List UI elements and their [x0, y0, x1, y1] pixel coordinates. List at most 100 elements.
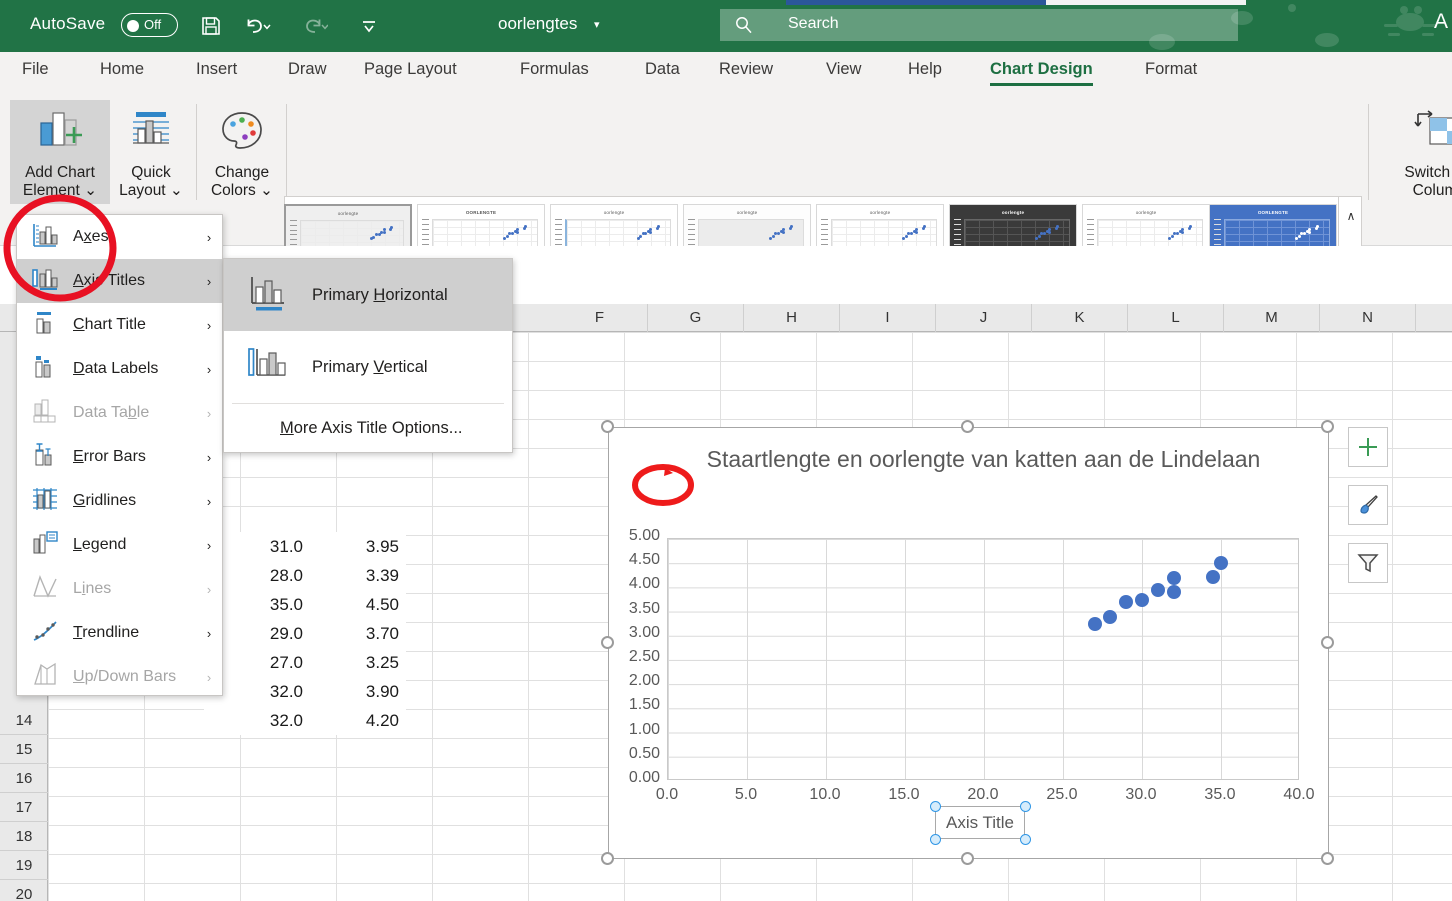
axis-title-handle-tr[interactable] [1020, 801, 1031, 812]
table-cell[interactable]: 3.25 [310, 648, 406, 677]
menu-item-axes[interactable]: Axes› [17, 215, 222, 259]
x-axis-tick: 20.0 [953, 786, 1013, 804]
tab-home[interactable]: Home [100, 60, 144, 79]
axis-title-handle-br[interactable] [1020, 834, 1031, 845]
row-header-19[interactable]: 19 [0, 851, 48, 880]
table-cell[interactable]: 3.90 [310, 677, 406, 706]
table-cell[interactable]: 3.95 [310, 532, 406, 561]
table-cell[interactable]: 4.50 [310, 590, 406, 619]
chart-handle-bottom-center[interactable] [961, 852, 974, 865]
data-table-icon [31, 398, 59, 424]
table-cell[interactable]: 3.39 [310, 561, 406, 590]
menu-item-label: Chart Title [73, 316, 196, 334]
autosave-toggle[interactable]: Off [121, 13, 178, 37]
tab-data[interactable]: Data [645, 60, 680, 79]
save-button[interactable] [194, 10, 228, 42]
tab-help[interactable]: Help [908, 60, 942, 79]
redo-button[interactable] [296, 10, 330, 42]
scatter-series[interactable] [668, 539, 1298, 779]
chart-handle-top-right[interactable] [1321, 420, 1334, 433]
quick-layout-button[interactable]: Quick Layout ⌄ [112, 100, 190, 204]
add-chart-element-button[interactable]: Add Chart Element ⌄ [10, 100, 110, 204]
scatter-point[interactable] [1088, 617, 1102, 631]
axis-title-handle-tl[interactable] [930, 801, 941, 812]
row-header-18[interactable]: 18 [0, 822, 48, 851]
scatter-point[interactable] [1119, 595, 1133, 609]
account-avatar[interactable]: A [1434, 10, 1448, 34]
workbook-name[interactable]: oorlengtes [498, 14, 577, 34]
tab-view[interactable]: View [826, 60, 861, 79]
axis-title-handle-bl[interactable] [930, 834, 941, 845]
tab-formulas[interactable]: Formulas [520, 60, 589, 79]
search-input[interactable]: Search [720, 9, 1238, 41]
column-header-G[interactable]: G [648, 304, 744, 332]
menu-item-gridlines[interactable]: Gridlines› [17, 479, 222, 523]
table-cell[interactable]: 4.20 [310, 706, 406, 735]
chevron-right-icon: › [196, 406, 222, 421]
scatter-point[interactable] [1167, 571, 1181, 585]
gallery-scroll-up-button[interactable]: ∧ [1341, 198, 1361, 234]
chevron-down-icon[interactable]: ▾ [594, 18, 600, 31]
scatter-point[interactable] [1103, 610, 1117, 624]
chart-handle-middle-left[interactable] [601, 636, 614, 649]
chart-handle-top-center[interactable] [961, 420, 974, 433]
menu-item-label: Legend [73, 536, 196, 554]
change-colors-button[interactable]: Change Colors ⌄ [200, 100, 284, 204]
chart-handle-bottom-right[interactable] [1321, 852, 1334, 865]
chart-handle-middle-right[interactable] [1321, 636, 1334, 649]
table-cell[interactable]: 3.70 [310, 619, 406, 648]
switch-row-column-button[interactable]: Switch R Colum [1380, 100, 1452, 204]
column-header-L[interactable]: L [1128, 304, 1224, 332]
row-header-17[interactable]: 17 [0, 793, 48, 822]
menu-item-trendline[interactable]: Trendline› [17, 611, 222, 655]
column-header-M[interactable]: M [1224, 304, 1320, 332]
column-header-N[interactable]: N [1320, 304, 1416, 332]
horizontal-axis-title[interactable]: Axis Title [935, 806, 1025, 839]
scatter-point[interactable] [1167, 585, 1181, 599]
tab-page-layout[interactable]: Page Layout [364, 60, 457, 79]
chart-elements-button[interactable] [1348, 427, 1388, 467]
quick-access-more-button[interactable] [352, 10, 386, 42]
menu-item-data-table: Data Table› [17, 391, 222, 435]
paintbrush-icon [1355, 492, 1381, 518]
chart-filters-button[interactable] [1348, 543, 1388, 583]
undo-button[interactable] [240, 10, 274, 42]
chart-title[interactable]: Staartlengte en oorlengte van katten aan… [669, 444, 1298, 475]
menu-item-axis-titles[interactable]: Axis Titles› [17, 259, 222, 303]
submenu-item-primary-horizontal[interactable]: Primary Horizontal [224, 259, 512, 331]
submenu-item-primary-vertical[interactable]: Primary Vertical [224, 331, 512, 403]
row-header-15[interactable]: 15 [0, 735, 48, 764]
tab-file[interactable]: File [22, 60, 49, 79]
scatter-point[interactable] [1151, 583, 1165, 597]
axis-titles-submenu[interactable]: Primary VerticalPrimary Horizontal More … [223, 258, 513, 453]
scatter-point[interactable] [1214, 556, 1228, 570]
chart-styles-button[interactable] [1348, 485, 1388, 525]
column-header-H[interactable]: H [744, 304, 840, 332]
column-header-J[interactable]: J [936, 304, 1032, 332]
column-header-I[interactable]: I [840, 304, 936, 332]
chart-handle-bottom-left[interactable] [601, 852, 614, 865]
qat-more-icon [358, 15, 380, 37]
more-axis-title-options-item[interactable]: More Axis Title Options... [224, 404, 512, 452]
row-header-20[interactable]: 20 [0, 880, 48, 901]
menu-item-data-labels[interactable]: Data Labels› [17, 347, 222, 391]
menu-item-error-bars[interactable]: Error Bars› [17, 435, 222, 479]
chart-object[interactable]: Staartlengte en oorlengte van katten aan… [608, 427, 1329, 859]
column-header-F[interactable]: F [552, 304, 648, 332]
column-header-K[interactable]: K [1032, 304, 1128, 332]
scatter-point[interactable] [1206, 570, 1220, 584]
chart-handle-top-left[interactable] [601, 420, 614, 433]
scatter-point[interactable] [1135, 593, 1149, 607]
menu-item-chart-title[interactable]: Chart Title› [17, 303, 222, 347]
tab-chart-design[interactable]: Chart Design [990, 60, 1093, 79]
tab-insert[interactable]: Insert [196, 60, 237, 79]
menu-item-legend[interactable]: Legend› [17, 523, 222, 567]
tab-draw[interactable]: Draw [288, 60, 327, 79]
add-chart-element-menu[interactable]: Axes›Axis Titles›Chart Title›Data Labels… [16, 214, 223, 696]
row-header-14[interactable]: 14 [0, 706, 48, 735]
tab-format[interactable]: Format [1145, 60, 1197, 79]
plot-area[interactable] [667, 538, 1299, 780]
row-header-16[interactable]: 16 [0, 764, 48, 793]
tab-review[interactable]: Review [719, 60, 773, 79]
table-cell[interactable]: 32.0 [204, 706, 310, 735]
